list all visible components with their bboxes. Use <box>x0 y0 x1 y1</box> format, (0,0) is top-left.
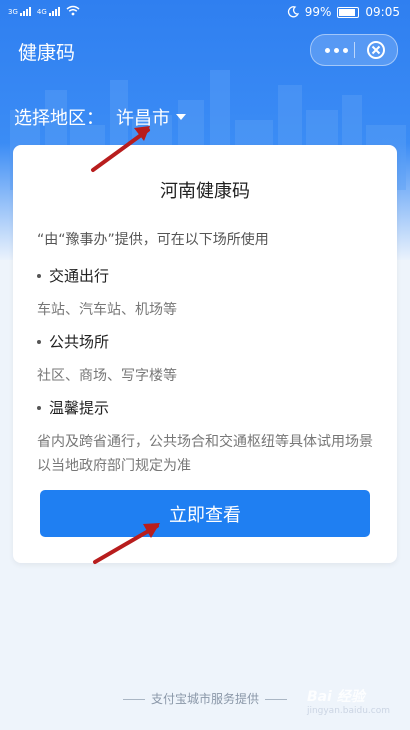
dropdown-caret-icon[interactable] <box>176 114 186 120</box>
region-selector[interactable]: 选择地区： 许昌市 <box>14 104 186 130</box>
footer-divider <box>122 699 145 700</box>
section-heading: 公共场所 <box>49 333 110 351</box>
clock: 09:05 <box>365 5 400 19</box>
footer-divider <box>265 699 287 700</box>
bullet-icon <box>37 405 41 410</box>
region-label: 选择地区： <box>14 108 104 129</box>
section-detail: 车站、汽车站、机场等 <box>37 302 177 318</box>
region-city[interactable]: 许昌市 <box>116 104 170 130</box>
moon-icon <box>287 6 299 18</box>
battery-icon <box>337 6 360 18</box>
capsule-divider <box>354 42 355 58</box>
section-heading: 温馨提示 <box>49 399 110 417</box>
section-tips: 温馨提示 省内及跨省通行，公共场合和交通枢纽等具体试用场景以当地政府部门规定为准 <box>37 397 377 478</box>
view-now-button[interactable]: 立即查看 <box>40 490 370 537</box>
status-bar: 3G 4G 99% 09:05 <box>0 0 410 26</box>
provider-intro: “由“豫事办”提供，可在以下场所使用 <box>37 232 269 248</box>
watermark-url: jingyan.baidu.com <box>306 706 390 716</box>
health-code-card: 河南健康码 “由“豫事办”提供，可在以下场所使用 交通出行 车站、汽车站、机场等… <box>13 145 397 563</box>
title-bar: 健康码 <box>0 30 410 70</box>
bullet-icon <box>37 273 41 278</box>
footer-text: 支付宝城市服务提供 <box>150 692 259 706</box>
section-detail: 社区、商场、写字楼等 <box>37 368 177 384</box>
cellular-signal-icon: 3G <box>8 6 31 16</box>
bullet-icon <box>37 339 41 344</box>
section-detail: 省内及跨省通行，公共场合和交通枢纽等具体试用场景以当地政府部门规定为准 <box>37 434 373 474</box>
watermark-brand: Bai 经验 <box>306 689 365 705</box>
close-mini-program-icon[interactable] <box>365 39 387 61</box>
baidu-watermark: Bai 经验 jingyan.baidu.com <box>307 686 390 716</box>
section-public-places: 公共场所 社区、商场、写字楼等 <box>37 331 377 388</box>
section-transport: 交通出行 车站、汽车站、机场等 <box>37 265 377 322</box>
card-title: 河南健康码 <box>160 181 250 202</box>
wifi-icon <box>66 5 80 16</box>
battery-percent: 99% <box>304 5 332 19</box>
cellular-signal-icon: 4G <box>37 6 60 16</box>
page-title: 健康码 <box>18 42 76 64</box>
section-heading: 交通出行 <box>49 267 110 285</box>
mini-program-capsule <box>310 34 398 66</box>
more-options-button[interactable] <box>325 48 348 53</box>
